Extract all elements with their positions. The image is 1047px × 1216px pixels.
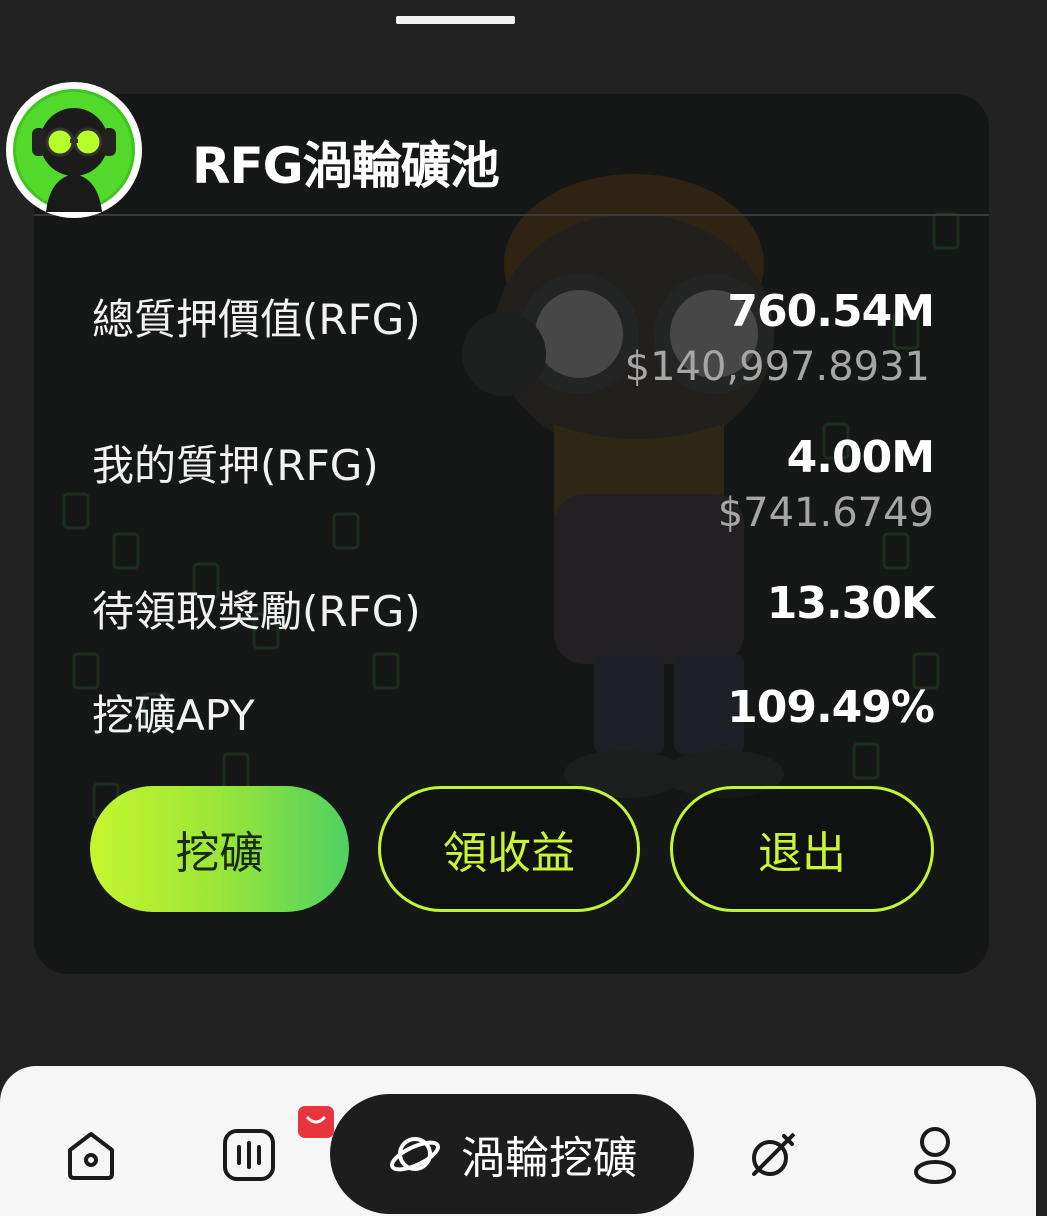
- stat-label: 總質押價值(RFG): [92, 295, 421, 344]
- tab-home[interactable]: [56, 1120, 126, 1190]
- header-divider: [34, 214, 989, 216]
- chat-badge-icon: [298, 1106, 334, 1138]
- rocket-icon: [752, 1132, 796, 1176]
- stat-value: 109.49%: [727, 682, 935, 733]
- stat-usd-value: $140,997.8931: [624, 344, 930, 390]
- planet-icon: [390, 1137, 440, 1172]
- pool-title: RFG渦輪礦池: [192, 137, 500, 195]
- market-icon: [223, 1129, 275, 1181]
- mascot-avatar-image: [8, 84, 140, 216]
- tab-profile[interactable]: [900, 1120, 970, 1190]
- stat-pending-reward: 待領取獎勵(RFG) 13.30K: [92, 578, 935, 638]
- stat-my-stake: 我的質押(RFG) 4.00M $741.6749: [92, 432, 935, 542]
- mining-pool-card: RFG渦輪礦池 總質押價值(RFG) 760.54M $140,997.8931…: [34, 94, 989, 974]
- tab-market[interactable]: [214, 1120, 284, 1190]
- bottom-tab-bar: 渦輪挖礦: [0, 1066, 1036, 1216]
- tab-turbo-mining-label: 渦輪挖礦: [461, 1133, 637, 1184]
- stat-label: 待領取獎勵(RFG): [92, 587, 421, 636]
- claim-rewards-button[interactable]: 領收益: [378, 786, 640, 912]
- drag-handle[interactable]: [396, 16, 515, 24]
- tab-rocket[interactable]: [738, 1120, 808, 1190]
- stat-label: 我的質押(RFG): [92, 441, 379, 490]
- tab-turbo-mining[interactable]: 渦輪挖礦: [330, 1094, 694, 1214]
- stat-apy: 挖礦APY 109.49%: [92, 682, 935, 742]
- exit-button[interactable]: 退出: [670, 786, 934, 912]
- stat-label: 挖礦APY: [92, 691, 255, 740]
- mine-button[interactable]: 挖礦: [90, 786, 349, 912]
- stat-value: 760.54M: [727, 286, 935, 337]
- profile-icon: [914, 1127, 956, 1184]
- stat-total-staked: 總質押價值(RFG) 760.54M $140,997.8931: [92, 286, 935, 396]
- card-header: RFG渦輪礦池: [34, 94, 989, 216]
- stat-usd-value: $741.6749: [717, 490, 934, 536]
- stat-value: 4.00M: [786, 432, 935, 483]
- stat-value: 13.30K: [766, 578, 935, 629]
- pool-avatar: [6, 82, 142, 218]
- home-icon: [68, 1132, 114, 1180]
